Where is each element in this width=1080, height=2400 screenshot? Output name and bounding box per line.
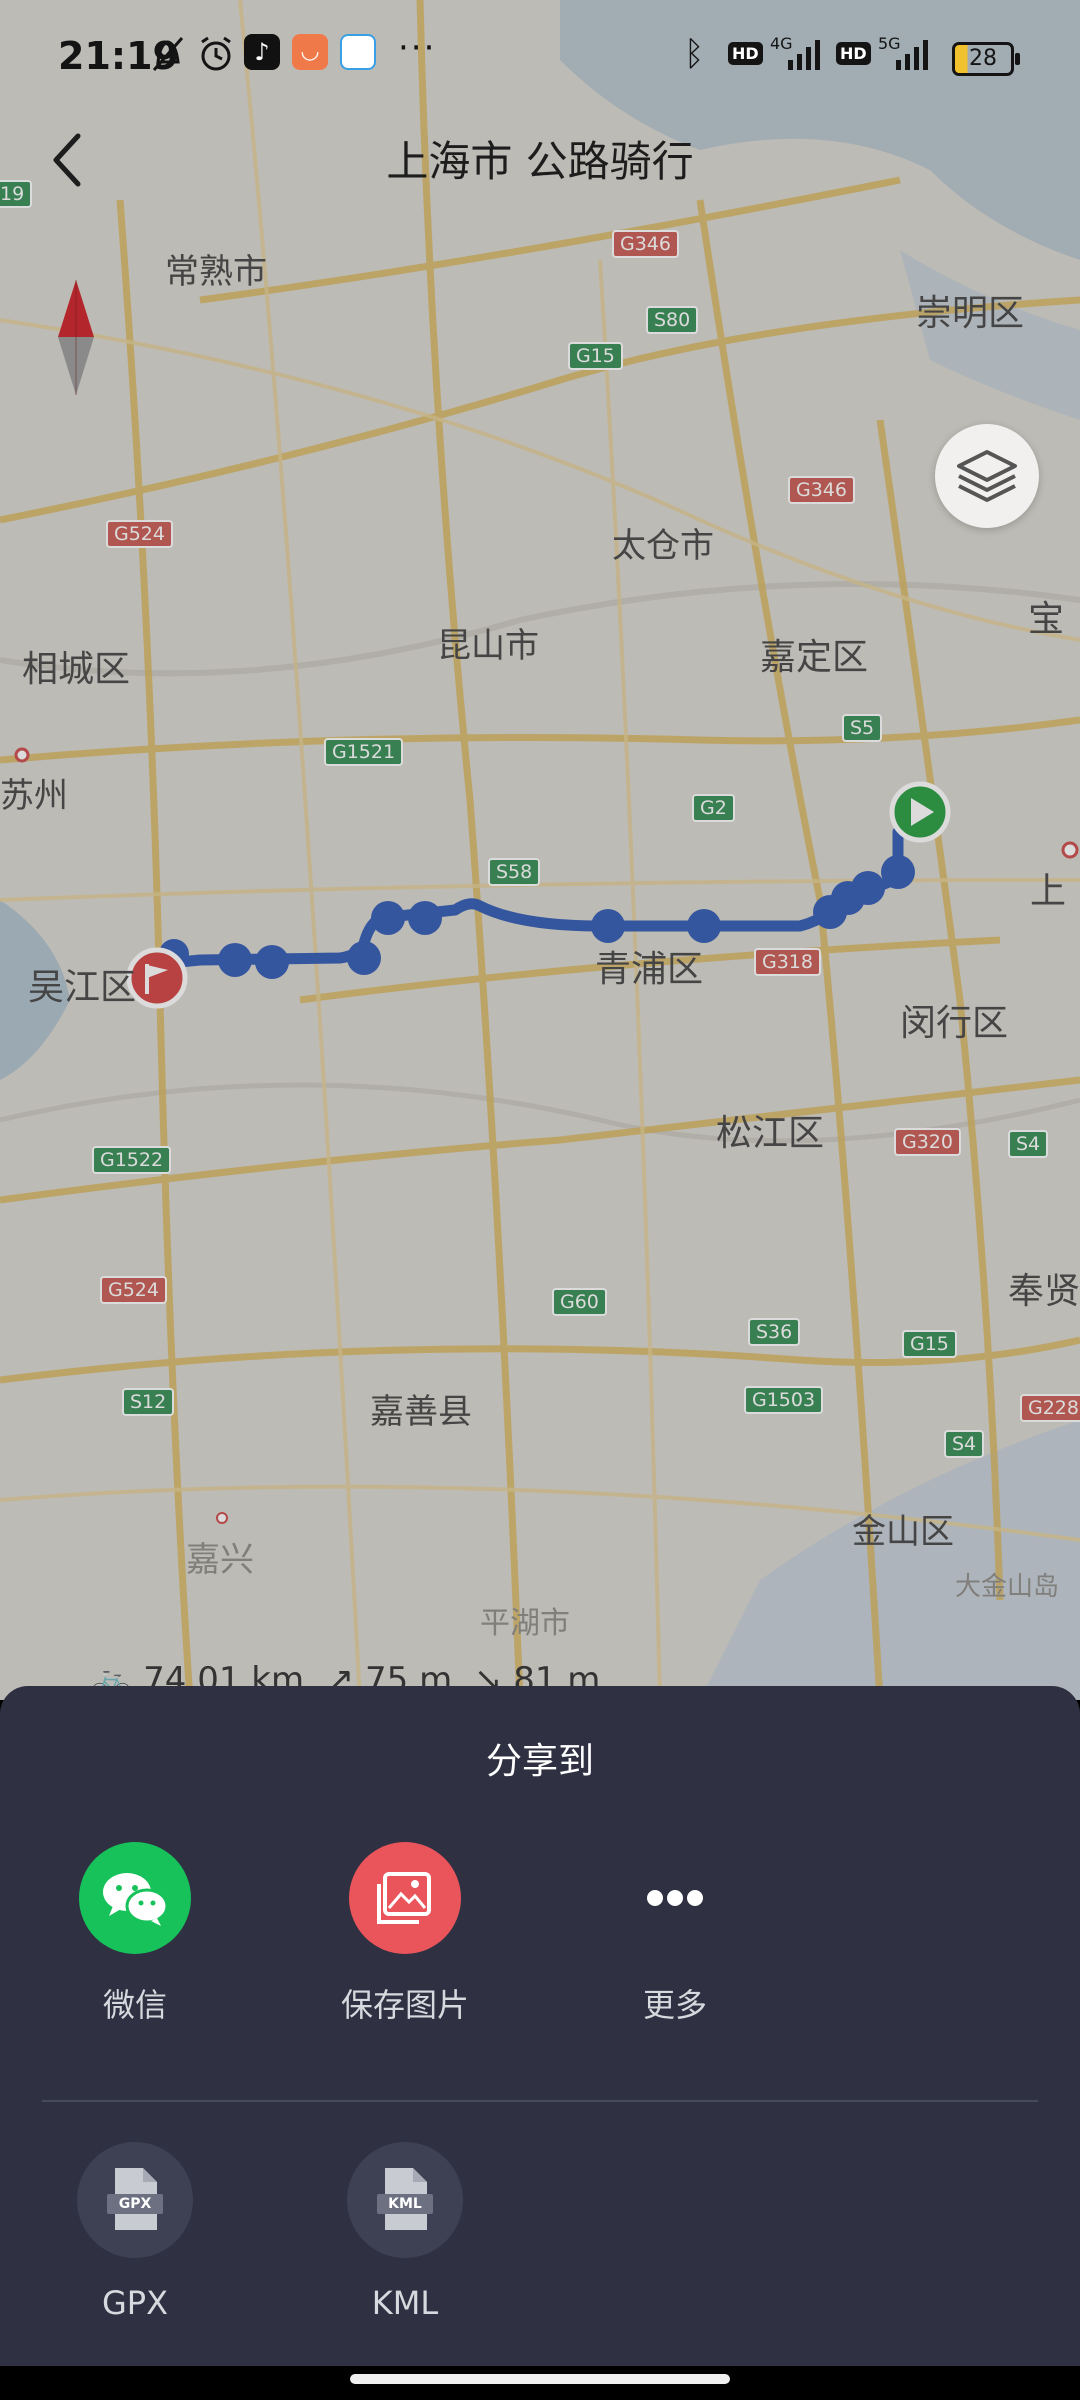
place-label: 嘉兴: [186, 1540, 254, 1580]
place-label: 常熟市: [165, 252, 267, 292]
wechat-icon: [79, 1842, 191, 1954]
road-shield: G2: [692, 794, 735, 822]
place-label: 大金山岛: [955, 1572, 1060, 1602]
route-map[interactable]: 常熟市 崇明区 太仓市 昆山市 嘉定区 宝 相城区 苏州 上 吴江区 青浦区 闵…: [0, 0, 1080, 1700]
road-shield: G318: [754, 948, 821, 976]
share-sheet: 分享到 微信 保存图片 更多 GPX GPX KML KML: [0, 1686, 1080, 2366]
road-shield: S4: [944, 1430, 985, 1458]
road-shield: S58: [488, 858, 541, 886]
road-shield: S4: [1008, 1130, 1049, 1158]
hd-icon: HD: [836, 42, 871, 65]
layers-icon: [957, 450, 1017, 502]
hd-icon: HD: [728, 42, 763, 65]
place-label: 金山区: [852, 1512, 954, 1552]
place-label: 松江区: [716, 1113, 825, 1154]
place-label: 苏州: [0, 776, 68, 816]
page-title: 上海市 公路骑行: [386, 137, 694, 186]
image-icon: [349, 1842, 461, 1954]
layers-button[interactable]: [935, 424, 1039, 528]
export-gpx-button[interactable]: GPX GPX: [35, 2142, 235, 2322]
road-shield: G60: [552, 1288, 607, 1316]
place-label: 宝: [1028, 599, 1065, 640]
road-shield: G15: [902, 1330, 957, 1358]
road-shield: G346: [612, 230, 679, 258]
road-shield: S12: [122, 1388, 175, 1416]
kml-file-icon: KML: [347, 2142, 463, 2258]
chat-app-icon: [340, 34, 376, 70]
map-roads: [0, 0, 1080, 1700]
road-shield: G524: [106, 520, 173, 548]
place-label: 太仓市: [612, 526, 714, 566]
road-shield: G346: [788, 476, 855, 504]
export-kml-label: KML: [371, 2284, 439, 2322]
place-label: 吴江区: [28, 967, 137, 1008]
share-wechat-label: 微信: [102, 1986, 167, 2024]
home-indicator[interactable]: [350, 2374, 730, 2384]
status-bar: 21:19 ♪ ◡ ··· ᛒ HD 4G HD 5G 28: [0, 0, 1080, 110]
place-label: 上: [1030, 871, 1067, 912]
divider: [42, 2100, 1038, 2102]
gpx-badge-text: GPX: [118, 2196, 152, 2212]
place-label: 闵行区: [900, 1003, 1009, 1044]
kml-badge-text: KML: [388, 2196, 422, 2212]
road-shield: G524: [100, 1276, 167, 1304]
export-kml-button[interactable]: KML KML: [305, 2142, 505, 2322]
place-label: 相城区: [22, 649, 131, 690]
road-shield: S36: [748, 1318, 801, 1346]
road-shield: S80: [646, 306, 699, 334]
more-share-label: 更多: [642, 1986, 707, 2024]
export-gpx-label: GPX: [101, 2284, 168, 2322]
road-shield: G320: [894, 1128, 961, 1156]
battery-icon: 28: [952, 42, 1020, 76]
place-label: 嘉定区: [760, 637, 869, 678]
tiktok-icon: ♪: [244, 34, 280, 70]
road-shield: G1503: [744, 1386, 824, 1414]
save-image-label: 保存图片: [340, 1986, 469, 2024]
save-image-button[interactable]: 保存图片: [305, 1842, 505, 2026]
place-label: 奉贤: [1008, 1271, 1080, 1312]
place-label: 嘉善县: [370, 1392, 472, 1432]
place-label: 昆山市: [437, 626, 539, 666]
place-label: 崇明区: [916, 293, 1025, 334]
compass-icon[interactable]: [56, 280, 96, 395]
gpx-file-icon: GPX: [77, 2142, 193, 2258]
alarm-icon: [201, 36, 231, 71]
end-marker[interactable]: [126, 947, 188, 1009]
road-shield: G1522: [92, 1146, 172, 1174]
more-icon: [619, 1842, 731, 1954]
road-shield: G1521: [324, 738, 404, 766]
road-shield: G228: [1020, 1394, 1080, 1422]
share-sheet-title: 分享到: [485, 1741, 594, 1782]
more-share-button[interactable]: 更多: [575, 1842, 775, 2026]
road-shield: S5: [842, 714, 883, 742]
share-wechat-button[interactable]: 微信: [35, 1842, 235, 2026]
start-marker[interactable]: [889, 781, 951, 843]
place-label: 平湖市: [480, 1606, 570, 1641]
bluetooth-icon: ᛒ: [684, 34, 705, 74]
more-dots-icon: ···: [398, 28, 437, 68]
mute-icon: [152, 37, 184, 71]
shopping-icon: ◡: [292, 34, 328, 70]
place-label: 青浦区: [595, 949, 704, 990]
road-shield: G15: [568, 342, 623, 370]
